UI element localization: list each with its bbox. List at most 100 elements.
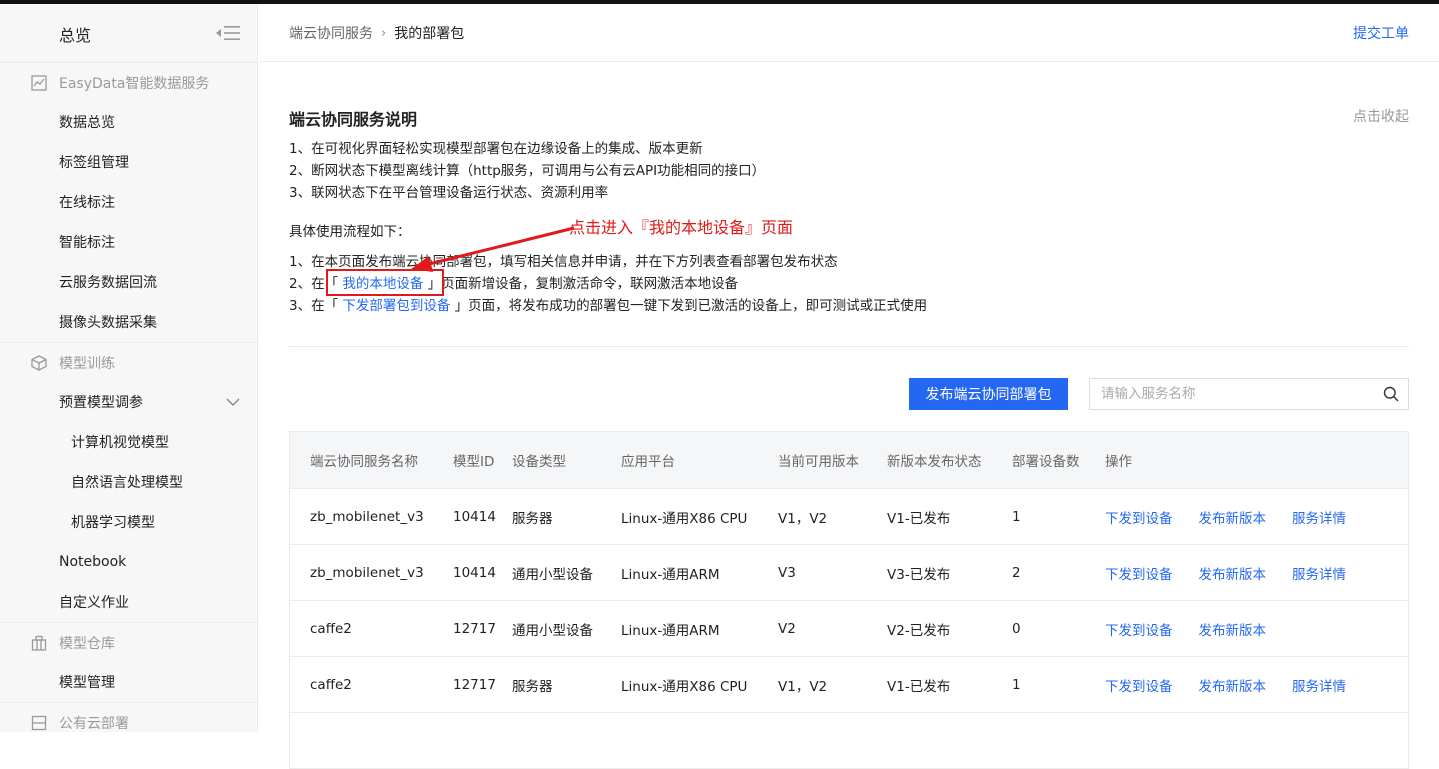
- deploy-to-device-action[interactable]: 下发到设备: [1105, 619, 1173, 639]
- release-status: V3-已发布: [887, 566, 951, 583]
- sidebar-item-label: 预置模型调参: [59, 395, 143, 411]
- breadcrumb: 端云协同服务 › 我的部署包: [289, 23, 464, 43]
- breadcrumb-parent[interactable]: 端云协同服务: [289, 23, 373, 43]
- sidebar-item-model-management[interactable]: 模型管理: [0, 662, 257, 702]
- sidebar-item-label: 计算机视觉模型: [71, 435, 169, 451]
- search-box: [1089, 378, 1409, 410]
- sidebar-header: 总览: [0, 4, 257, 62]
- deploy-to-device-action[interactable]: 下发到设备: [1105, 563, 1173, 583]
- publish-new-version-action[interactable]: 发布新版本: [1199, 619, 1267, 639]
- device-type: 通用小型设备: [512, 622, 593, 639]
- column-header: 操作: [1105, 454, 1132, 470]
- flow-text: 3、在「: [289, 298, 343, 314]
- release-status: V1-已发布: [887, 510, 951, 527]
- search-input[interactable]: [1090, 379, 1370, 409]
- annotation-arrow-icon: [411, 226, 575, 272]
- column-header: 部署设备数: [1012, 454, 1080, 470]
- deploy-to-device-link[interactable]: 下发部署包到设备: [342, 298, 450, 314]
- row-actions: 下发到设备 发布新版本 服务详情: [1105, 675, 1372, 695]
- sidebar-section-easydata[interactable]: EasyData智能数据服务: [0, 62, 257, 102]
- breadcrumb-separator: ›: [381, 25, 387, 41]
- deploy-icon: [31, 715, 47, 731]
- table-row: caffe2 12717 服务器 Linux-通用X86 CPU V1，V2 V…: [290, 656, 1408, 712]
- section-label: EasyData智能数据服务: [59, 75, 210, 92]
- available-versions: V2: [778, 620, 796, 637]
- platform: Linux-通用ARM: [621, 566, 720, 583]
- sidebar-item-label: 标签组管理: [59, 155, 129, 171]
- deploy-to-device-action[interactable]: 下发到设备: [1105, 507, 1173, 527]
- service-name: zb_mobilenet_v3: [310, 564, 424, 581]
- sidebar-section-model-warehouse[interactable]: 模型仓库: [0, 622, 257, 662]
- submit-ticket-link[interactable]: 提交工单: [1353, 23, 1409, 43]
- device-type: 通用小型设备: [512, 566, 593, 583]
- sidebar-section-public-cloud-deploy[interactable]: 公有云部署: [0, 702, 257, 732]
- device-count: 1: [1012, 676, 1021, 693]
- sidebar-item-label: 机器学习模型: [71, 515, 155, 531]
- available-versions: V1，V2: [778, 510, 828, 527]
- row-actions: 下发到设备 发布新版本: [1105, 619, 1292, 639]
- sidebar-item-custom-job[interactable]: 自定义作业: [0, 582, 257, 622]
- table-row: zb_mobilenet_v3 10414 通用小型设备 Linux-通用ARM…: [290, 544, 1408, 600]
- sidebar-item-camera-collection[interactable]: 摄像头数据采集: [0, 302, 257, 342]
- warehouse-icon: [31, 635, 47, 651]
- breadcrumb-current: 我的部署包: [394, 26, 465, 42]
- sidebar-item-data-overview[interactable]: 数据总览: [0, 102, 257, 142]
- sidebar-title[interactable]: 总览: [59, 22, 91, 46]
- sidebar-item-online-labeling[interactable]: 在线标注: [0, 182, 257, 222]
- release-status: V1-已发布: [887, 678, 951, 695]
- column-header: 当前可用版本: [778, 454, 859, 470]
- sidebar-item-notebook[interactable]: Notebook: [0, 542, 257, 582]
- sidebar-item-label: 云服务数据回流: [59, 275, 157, 291]
- service-name: caffe2: [310, 676, 352, 693]
- service-details-action[interactable]: 服务详情: [1292, 675, 1346, 695]
- collapse-menu-icon[interactable]: [216, 24, 240, 42]
- device-count: 1: [1012, 508, 1021, 525]
- flow-line-3: 3、在「 下发部署包到设备 」页面，将发布成功的部署包一键下发到已激活的设备上，…: [289, 295, 927, 317]
- sidebar-item-label-groups[interactable]: 标签组管理: [0, 142, 257, 182]
- service-details-action[interactable]: 服务详情: [1292, 507, 1346, 527]
- device-type: 服务器: [512, 510, 553, 527]
- sidebar-item-data-reflow[interactable]: 云服务数据回流: [0, 262, 257, 302]
- sidebar-item-label: 数据总览: [59, 115, 115, 131]
- annotation-text: 点击进入『我的本地设备』页面: [569, 218, 794, 237]
- search-icon[interactable]: [1383, 386, 1399, 402]
- publish-new-version-action[interactable]: 发布新版本: [1199, 563, 1267, 583]
- table-header-row: 端云协同服务名称 模型ID 设备类型 应用平台 当前可用版本 新版本发布状态 部…: [290, 432, 1408, 488]
- device-count: 0: [1012, 620, 1021, 637]
- description-lines: 1、在可视化界面轻松实现模型部署包在边缘设备上的集成、版本更新 2、断网状态下模…: [289, 138, 765, 204]
- description-line: 3、联网状态下在平台管理设备运行状态、资源利用率: [289, 185, 609, 201]
- sidebar-item-label: Notebook: [59, 554, 127, 570]
- table-row-partial: [290, 712, 1408, 768]
- description-line: 2、断网状态下模型离线计算（http服务，可调用与公有云API功能相同的接口）: [289, 163, 766, 179]
- model-id: 12717: [453, 620, 496, 637]
- description-line: 1、在可视化界面轻松实现模型部署包在边缘设备上的集成、版本更新: [289, 141, 703, 157]
- section-label: 模型训练: [59, 355, 115, 372]
- service-name: caffe2: [310, 620, 352, 637]
- flow-text: 」页面，将发布成功的部署包一键下发到已激活的设备上，即可测试或正式使用: [450, 298, 928, 314]
- deploy-to-device-action[interactable]: 下发到设备: [1105, 675, 1173, 695]
- column-header: 模型ID: [453, 454, 495, 470]
- service-details-action[interactable]: 服务详情: [1292, 563, 1346, 583]
- service-name: zb_mobilenet_v3: [310, 508, 424, 525]
- column-header: 新版本发布状态: [887, 454, 982, 470]
- sidebar-section-model-training[interactable]: 模型训练: [0, 342, 257, 382]
- collapse-description-link[interactable]: 点击收起: [1353, 106, 1409, 126]
- sidebar-item-ml-model[interactable]: 机器学习模型: [0, 502, 257, 542]
- platform: Linux-通用X86 CPU: [621, 678, 748, 695]
- publish-package-button[interactable]: 发布端云协同部署包: [909, 378, 1068, 410]
- platform: Linux-通用X86 CPU: [621, 510, 748, 527]
- sidebar-item-smart-labeling[interactable]: 智能标注: [0, 222, 257, 262]
- description-title: 端云协同服务说明: [289, 110, 418, 129]
- deployment-table: 端云协同服务名称 模型ID 设备类型 应用平台 当前可用版本 新版本发布状态 部…: [289, 431, 1409, 769]
- sidebar-item-nlp-model[interactable]: 自然语言处理模型: [0, 462, 257, 502]
- sidebar-item-label: 自然语言处理模型: [71, 475, 183, 491]
- available-versions: V1，V2: [778, 678, 828, 695]
- publish-new-version-action[interactable]: 发布新版本: [1199, 507, 1267, 527]
- section-label: 模型仓库: [59, 635, 115, 652]
- cube-icon: [31, 355, 47, 371]
- sidebar-item-preset-tuning[interactable]: 预置模型调参: [0, 382, 257, 422]
- model-id: 10414: [453, 508, 496, 525]
- publish-new-version-action[interactable]: 发布新版本: [1199, 675, 1267, 695]
- chevron-down-icon: [226, 398, 240, 406]
- sidebar-item-cv-model[interactable]: 计算机视觉模型: [0, 422, 257, 462]
